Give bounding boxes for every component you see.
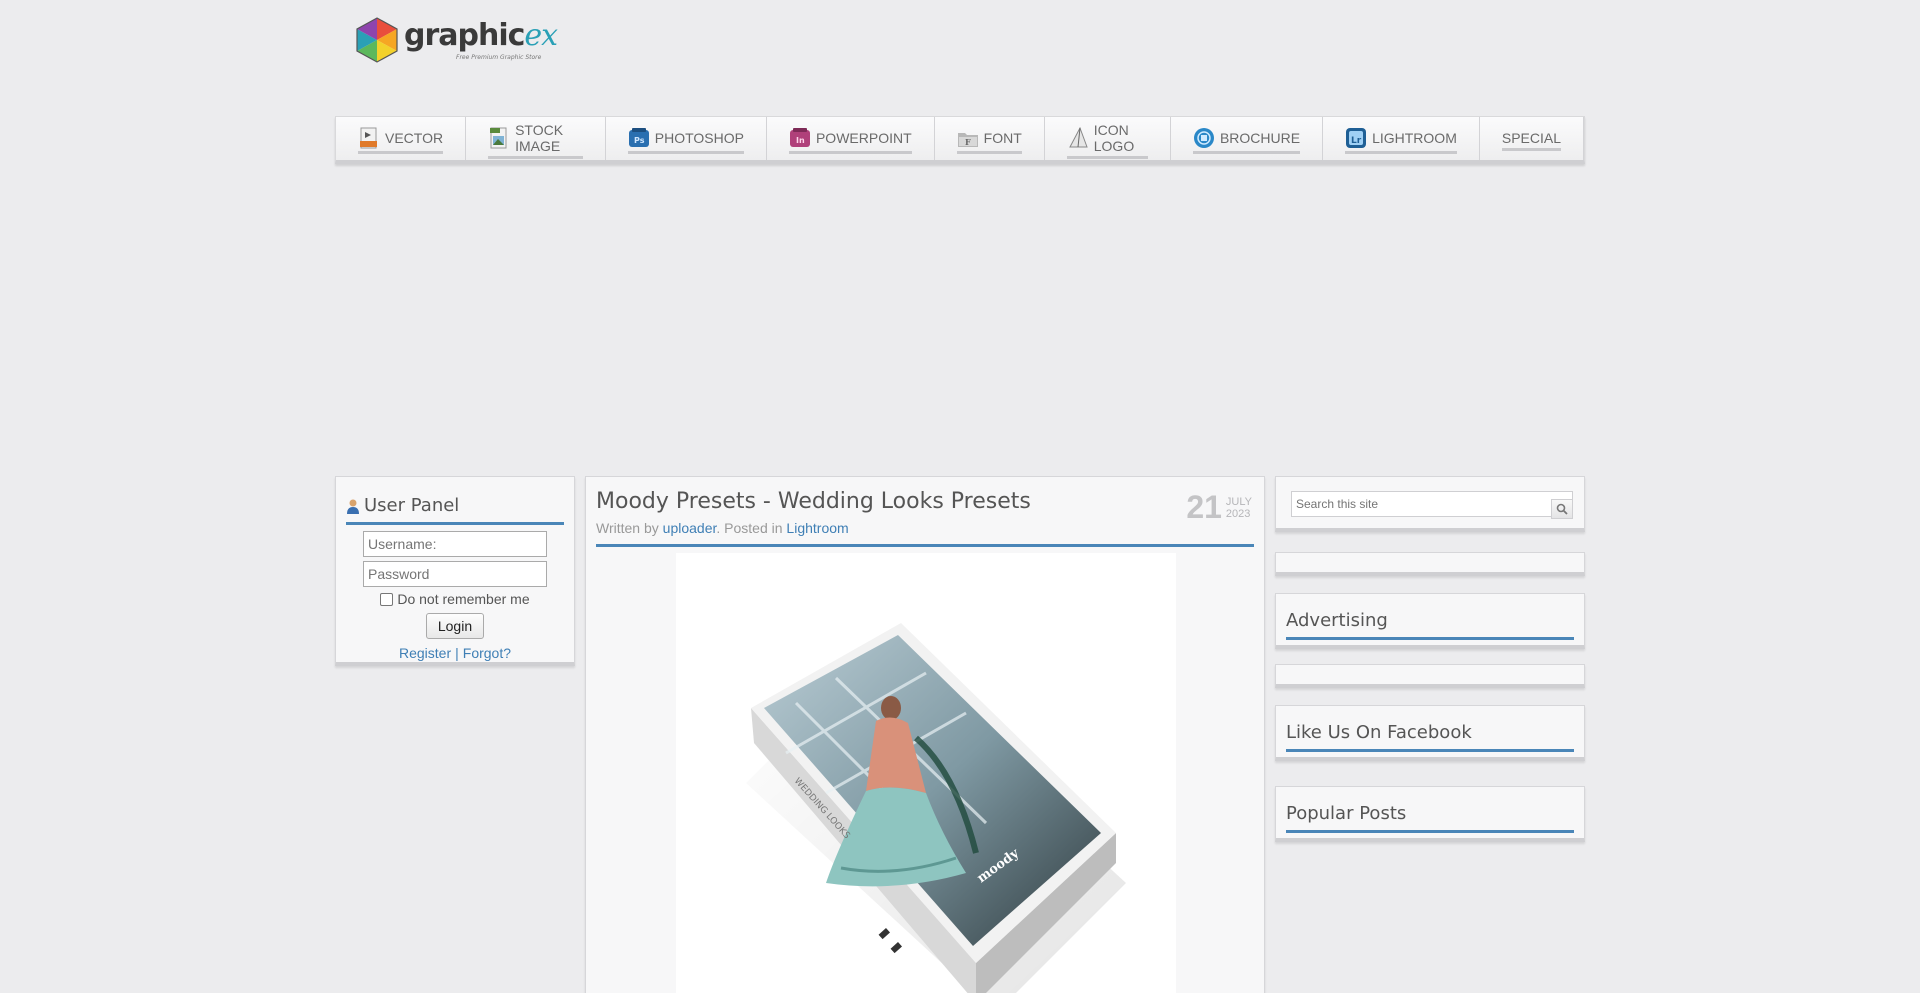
post-date-day: 21 bbox=[1186, 489, 1222, 525]
jpg-image-icon bbox=[488, 127, 510, 149]
svg-text:F: F bbox=[965, 137, 971, 147]
nav-item-font[interactable]: F FONT bbox=[935, 117, 1045, 160]
nav-label-icon-logo: ICON LOGO bbox=[1093, 122, 1135, 154]
nav-item-stock-image[interactable]: STOCK IMAGE bbox=[466, 117, 606, 160]
post-title[interactable]: Moody Presets - Wedding Looks Presets bbox=[596, 489, 1254, 514]
nav-item-special[interactable]: SPECIAL bbox=[1480, 117, 1584, 160]
login-button[interactable]: Login bbox=[426, 613, 484, 639]
post-date-month-year: JULY 2023 bbox=[1226, 496, 1252, 520]
font-folder-icon: F bbox=[957, 127, 979, 149]
posted-in-label: . Posted in bbox=[716, 520, 783, 536]
advertising-title: Advertising bbox=[1286, 610, 1574, 640]
hexagon-logo-icon bbox=[356, 17, 398, 63]
link-separator: | bbox=[455, 645, 459, 661]
lightroom-icon: Lr bbox=[1345, 127, 1367, 149]
forgot-link[interactable]: Forgot? bbox=[463, 645, 511, 661]
post-header: Moody Presets - Wedding Looks Presets Wr… bbox=[596, 489, 1254, 547]
popular-posts-widget: Popular Posts bbox=[1275, 786, 1585, 842]
search-input[interactable] bbox=[1291, 491, 1573, 517]
username-input[interactable] bbox=[363, 531, 547, 557]
popular-posts-title: Popular Posts bbox=[1286, 803, 1574, 833]
nav-label-photoshop: PHOTOSHOP bbox=[654, 130, 744, 146]
photoshop-icon: Ps bbox=[628, 127, 650, 149]
preset-box-illustration: moody WEDDING LOOKS bbox=[746, 623, 1126, 993]
user-panel-title: User Panel bbox=[364, 495, 460, 516]
remember-checkbox[interactable] bbox=[380, 592, 394, 606]
nav-label-vector: VECTOR bbox=[385, 130, 444, 146]
pen-nib-icon bbox=[1067, 127, 1089, 149]
nav-item-lightroom[interactable]: Lr LIGHTROOM bbox=[1323, 117, 1480, 160]
nav-label-powerpoint: POWERPOINT bbox=[815, 130, 912, 146]
user-panel: User Panel Do not remember me Login Regi… bbox=[335, 476, 575, 666]
post-featured-image[interactable]: moody WEDDING LOOKS bbox=[676, 553, 1176, 993]
post-article: Moody Presets - Wedding Looks Presets Wr… bbox=[585, 476, 1265, 993]
post-date-year: 2023 bbox=[1225, 507, 1251, 520]
user-panel-header: User Panel bbox=[346, 495, 564, 525]
main-nav: VECTOR STOCK IMAGE Ps PHOTOSHOP In POWER… bbox=[335, 116, 1585, 164]
search-panel bbox=[1275, 476, 1585, 532]
powerpoint-icon: In bbox=[789, 127, 811, 149]
register-forgot-links: Register | Forgot? bbox=[336, 645, 574, 661]
post-date-month: JULY bbox=[1225, 495, 1252, 508]
nav-label-font: FONT bbox=[983, 130, 1022, 146]
search-button[interactable] bbox=[1551, 499, 1573, 519]
nav-label-special: SPECIAL bbox=[1501, 130, 1561, 146]
remember-row: Do not remember me bbox=[336, 591, 574, 607]
nav-item-brochure[interactable]: BROCHURE bbox=[1171, 117, 1324, 160]
remember-label: Do not remember me bbox=[397, 591, 530, 607]
category-link[interactable]: Lightroom bbox=[786, 520, 848, 536]
svg-text:Lr: Lr bbox=[1351, 136, 1362, 146]
nav-label-brochure: BROCHURE bbox=[1219, 130, 1301, 146]
nav-item-photoshop[interactable]: Ps PHOTOSHOP bbox=[606, 117, 767, 160]
post-date: 21 JULY 2023 bbox=[1186, 489, 1252, 526]
site-logo[interactable]: graphicex Free Premium Graphic Store bbox=[354, 12, 564, 68]
svg-text:In: In bbox=[796, 136, 805, 145]
brochure-globe-icon bbox=[1193, 127, 1215, 149]
nav-item-icon-logo[interactable]: ICON LOGO bbox=[1045, 117, 1171, 160]
sidebar-empty-widget-1 bbox=[1275, 552, 1585, 576]
search-icon bbox=[1556, 503, 1568, 515]
nav-label-stock-image: STOCK IMAGE bbox=[515, 122, 564, 154]
nav-item-powerpoint[interactable]: In POWERPOINT bbox=[767, 117, 935, 160]
eps-file-icon bbox=[358, 127, 380, 149]
written-by-label: Written by bbox=[596, 520, 659, 536]
nav-item-vector[interactable]: VECTOR bbox=[336, 117, 467, 160]
register-link[interactable]: Register bbox=[399, 645, 451, 661]
password-input[interactable] bbox=[363, 561, 547, 587]
nav-label-lightroom: LIGHTROOM bbox=[1372, 130, 1457, 146]
sidebar-empty-widget-2 bbox=[1275, 664, 1585, 688]
logo-tagline: Free Premium Graphic Store bbox=[456, 54, 542, 61]
svg-text:Ps: Ps bbox=[634, 136, 645, 145]
author-link[interactable]: uploader bbox=[663, 520, 717, 536]
post-meta: Written by uploader. Posted in Lightroom bbox=[596, 520, 1254, 536]
facebook-title: Like Us On Facebook bbox=[1286, 722, 1574, 752]
user-icon bbox=[347, 499, 359, 514]
advertising-widget: Advertising bbox=[1275, 593, 1585, 649]
logo-wordmark: graphicex bbox=[404, 18, 558, 53]
facebook-widget: Like Us On Facebook bbox=[1275, 705, 1585, 761]
